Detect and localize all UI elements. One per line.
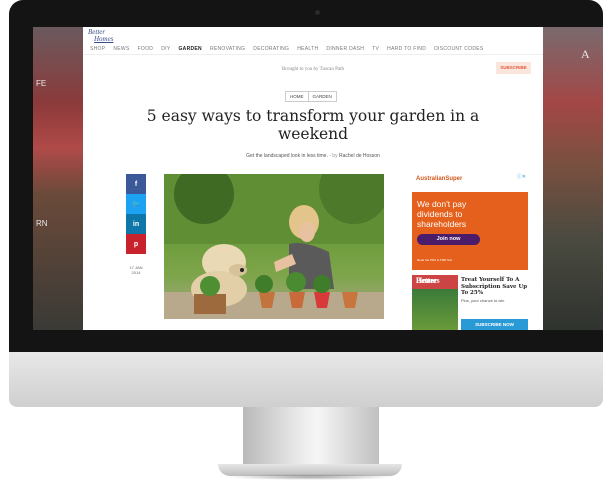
site-logo[interactable]: Better Homes <box>88 29 113 43</box>
background-landscape-left: FE RN <box>33 27 83 330</box>
background-text: RN <box>36 219 48 228</box>
nav-divider <box>83 54 543 55</box>
deck-text: Get the landscaped look in less time. <box>246 153 328 159</box>
main-nav: SHOP NEWS FOOD DIY GARDEN RENOVATING DECORATIN… <box>90 46 530 52</box>
nav-item-health[interactable]: HEALTH <box>297 46 318 52</box>
web-page: Better Homes SHOP NEWS FOOD DIY GARDEN RENOVA… <box>83 27 543 330</box>
nav-item-discount-codes[interactable]: DISCOUNT CODES <box>434 46 483 52</box>
monitor-screen: FE RN A Better Homes SHOP NEWS FOOD DIY GARD… <box>33 27 603 330</box>
subscribe-now-button[interactable]: SUBSCRIBE NOW <box>461 319 528 330</box>
subscribe-button[interactable]: SUBSCRIBE <box>496 62 531 74</box>
nav-item-tv[interactable]: TV <box>372 46 379 52</box>
nav-item-diy[interactable]: DIY <box>161 46 170 52</box>
publish-date: 17 JAN 2014 <box>124 265 148 275</box>
ad-message: We don't pay dividends to shareholders <box>417 199 467 229</box>
ad-brand: AustralianSuper <box>412 172 528 192</box>
facebook-icon[interactable]: f <box>126 174 146 194</box>
ad-magazine-subscription[interactable]: Better Homes Treat Yourself To A Subscrip… <box>412 275 528 330</box>
monitor-stand <box>243 407 379 467</box>
share-bar: f 🐦 in p <box>126 174 146 254</box>
hero-image <box>164 174 384 319</box>
background-landscape-right: A <box>543 27 603 330</box>
nav-item-renovating[interactable]: RENOVATING <box>210 46 245 52</box>
article-title: 5 easy ways to transform your garden in … <box>146 107 480 143</box>
magazine-cover: Better Homes <box>412 275 458 330</box>
breadcrumb-garden[interactable]: GARDEN <box>307 92 336 101</box>
background-text: A <box>581 47 590 61</box>
nav-item-dinner-dash[interactable]: DINNER DASH <box>326 46 364 52</box>
ad-join-button[interactable]: Join now <box>417 234 480 245</box>
ad-fine-print: Read the PDS & TMD first. <box>417 258 453 262</box>
linkedin-icon[interactable]: in <box>126 214 146 234</box>
nav-item-news[interactable]: NEWS <box>113 46 129 52</box>
camera-dot <box>315 10 320 15</box>
sponsor-line: Brought to you by Tuscan Path <box>281 67 345 72</box>
logo-line: Homes <box>94 35 114 43</box>
mag-title-line: Homes <box>416 276 440 285</box>
nav-item-garden[interactable]: GARDEN <box>178 46 201 52</box>
nav-item-hard-to-find[interactable]: HARD TO FIND <box>387 46 426 52</box>
ad-australian-super[interactable]: AustralianSuper ⓘ✕ We don't pay dividend… <box>412 172 528 270</box>
breadcrumb-home[interactable]: HOME <box>286 92 308 101</box>
ad-choices-icon[interactable]: ⓘ✕ <box>517 173 526 180</box>
stand-shadow <box>225 474 395 480</box>
ad-subtitle: Plus, your chance to win <box>461 298 505 303</box>
byline-prefix: - by <box>329 153 338 159</box>
monitor-chin <box>9 352 603 407</box>
date-line: 2014 <box>131 270 141 275</box>
breadcrumb: HOME GARDEN <box>285 91 337 102</box>
nav-item-food[interactable]: FOOD <box>138 46 154 52</box>
nav-item-decorating[interactable]: DECORATING <box>253 46 289 52</box>
pinterest-icon[interactable]: p <box>126 234 146 254</box>
nav-item-shop[interactable]: SHOP <box>90 46 105 52</box>
article-deck: Get the landscaped look in less time. - … <box>83 153 543 159</box>
background-text: FE <box>36 79 47 88</box>
ad-title: Treat Yourself To A Subscription Save Up… <box>461 277 528 296</box>
author-link[interactable]: Rachel de Hosson <box>339 153 380 159</box>
twitter-icon[interactable]: 🐦 <box>126 194 146 214</box>
